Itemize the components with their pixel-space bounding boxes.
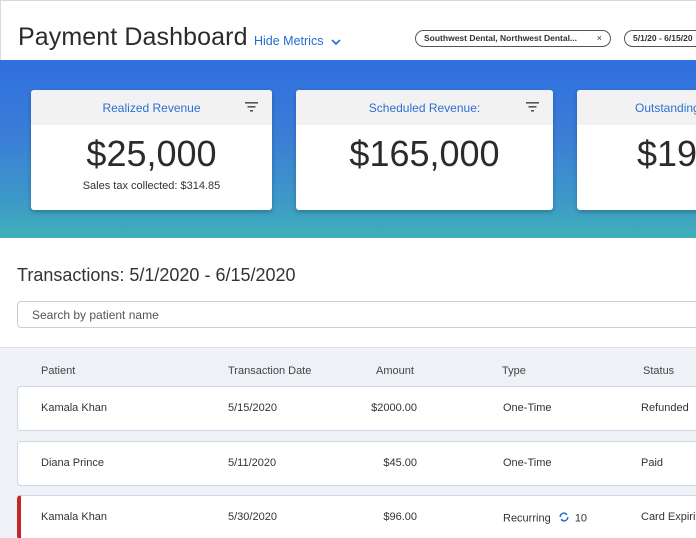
- cell-date: 5/15/2020: [228, 402, 277, 414]
- hide-metrics-label: Hide Metrics: [254, 34, 324, 48]
- table-row[interactable]: Diana Prince 5/11/2020 $45.00 One-Time P…: [17, 441, 696, 486]
- metric-card-value: $165,000: [349, 133, 500, 174]
- metric-card-header: Realized Revenue: [31, 90, 272, 125]
- transactions-title: Transactions: 5/1/2020 - 6/15/2020: [17, 265, 296, 285]
- cell-patient: Kamala Khan: [41, 402, 108, 414]
- hide-metrics-toggle[interactable]: Hide Metrics: [254, 34, 341, 49]
- date-range-label: 5/1/20 - 6/15/20: [633, 33, 693, 43]
- metric-card-header: Scheduled Revenue:: [296, 90, 553, 125]
- column-header-amount[interactable]: Amount: [376, 365, 414, 377]
- filter-icon[interactable]: [526, 100, 539, 112]
- chevron-down-icon: [331, 35, 341, 49]
- metric-card-title: Scheduled Revenue:: [368, 101, 481, 115]
- date-range-chip[interactable]: 5/1/20 - 6/15/20: [624, 30, 696, 47]
- column-header-type[interactable]: Type: [502, 365, 526, 377]
- close-icon[interactable]: ×: [597, 31, 602, 46]
- cell-status: Card Expiring: [641, 511, 696, 523]
- metric-card-realized-revenue: Realized Revenue $25,000 Sales tax colle…: [31, 90, 272, 210]
- cell-date: 5/30/2020: [228, 511, 277, 523]
- cell-date: 5/11/2020: [228, 457, 277, 469]
- filter-icon[interactable]: [245, 100, 258, 112]
- column-header-status[interactable]: Status: [643, 365, 674, 377]
- metric-card-scheduled-revenue: Scheduled Revenue: $165,000: [296, 90, 553, 210]
- cell-patient: Kamala Khan: [41, 511, 108, 523]
- cell-type: One-Time: [503, 457, 552, 469]
- column-header-transaction-date[interactable]: Transaction Date: [228, 365, 311, 377]
- metric-card-subtext: Sales tax collected: $314.85: [82, 180, 221, 192]
- metrics-banner: Realized Revenue $25,000 Sales tax colle…: [0, 60, 696, 238]
- page-title: Payment Dashboard: [18, 23, 248, 51]
- metric-card-value: $19,: [636, 133, 696, 174]
- cell-status: Paid: [641, 457, 664, 469]
- cell-type-label: Recurring: [503, 512, 551, 525]
- payment-dashboard: Payment Dashboard Hide Metrics Southwest…: [0, 0, 696, 538]
- metric-card-title: Outstanding: [635, 101, 696, 115]
- patient-search-input[interactable]: [17, 301, 696, 328]
- table-row[interactable]: Kamala Khan 5/30/2020 $96.00 Recurring 1…: [17, 495, 696, 538]
- metric-card-title: Realized Revenue: [102, 101, 201, 115]
- cell-type: One-Time: [503, 402, 552, 414]
- metric-card-header: Outstanding: [577, 90, 696, 125]
- location-filter-chip[interactable]: Southwest Dental, Northwest Dental... ×: [415, 30, 611, 47]
- cell-patient: Diana Prince: [41, 457, 104, 469]
- transactions-table: Patient Transaction Date Amount Type Sta…: [0, 347, 696, 538]
- recurring-count: 10: [574, 512, 588, 525]
- cell-type: Recurring 10: [503, 511, 587, 526]
- column-header-patient[interactable]: Patient: [41, 365, 75, 377]
- cell-amount: $2000.00: [371, 402, 417, 414]
- sync-icon: [558, 511, 570, 526]
- metric-card-value: $25,000: [86, 133, 217, 174]
- location-filter-label: Southwest Dental, Northwest Dental...: [424, 33, 578, 43]
- page-header: Payment Dashboard Hide Metrics Southwest…: [0, 0, 696, 60]
- cell-amount: $45.00: [383, 457, 417, 469]
- cell-status: Refunded: [641, 402, 689, 414]
- table-row[interactable]: Kamala Khan 5/15/2020 $2000.00 One-Time …: [17, 386, 696, 431]
- metric-card-outstanding: Outstanding $19,: [577, 90, 696, 210]
- cell-amount: $96.00: [383, 511, 417, 523]
